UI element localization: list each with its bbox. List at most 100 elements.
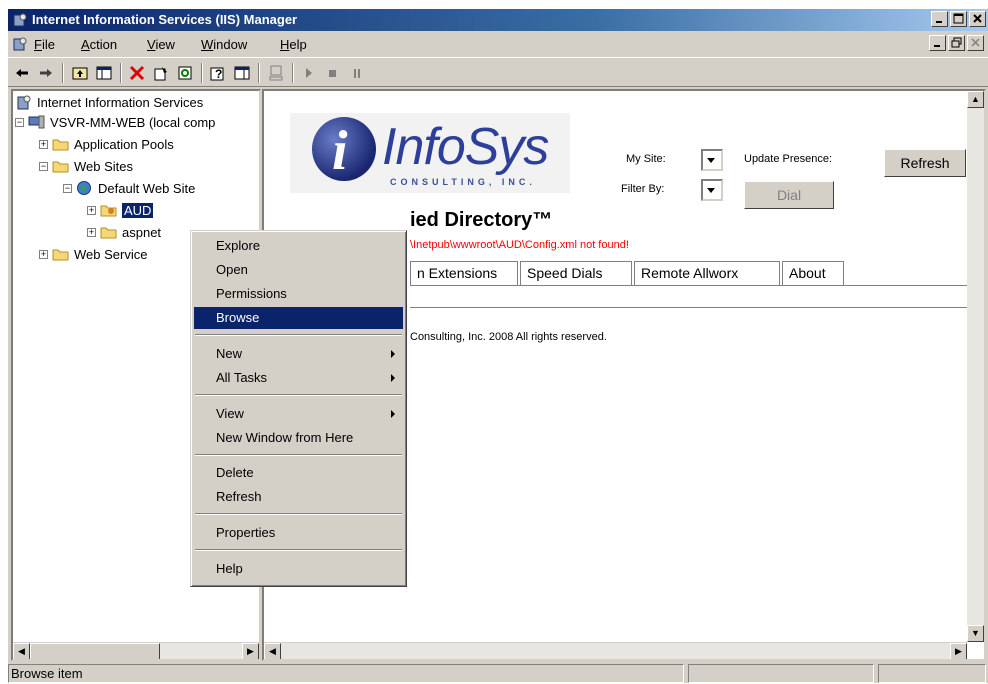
refresh-button[interactable]: Refresh [884, 149, 966, 177]
tree-node-web-service[interactable]: + Web Service [39, 245, 147, 263]
minimize-icon [936, 21, 942, 23]
title-bar[interactable]: Internet Information Services (IIS) Mana… [8, 9, 988, 31]
iis-manager-window: Internet Information Services (IIS) Mana… [7, 8, 988, 683]
ctx-open[interactable]: Open [194, 259, 403, 281]
tab-speed-dials[interactable]: Speed Dials [520, 261, 632, 285]
delete-x-icon [129, 65, 145, 81]
properties-toolbar-button[interactable] [151, 63, 171, 83]
console-tree-icon [96, 66, 112, 80]
collapse-toggle[interactable]: − [15, 117, 24, 127]
tree-label: VSVR-MM-WEB (local comp [50, 114, 216, 130]
tree-label: Application Pools [74, 136, 174, 152]
collapse-toggle[interactable]: − [63, 183, 72, 193]
tree-node-default-web-site[interactable]: − Default Web Site [63, 179, 195, 197]
pause-button[interactable] [347, 63, 367, 83]
start-button[interactable] [299, 63, 319, 83]
ctx-view[interactable]: View [194, 403, 403, 425]
help-toolbar-button[interactable]: ? [208, 63, 228, 83]
tree-node-web-sites[interactable]: − Web Sites [39, 157, 133, 175]
folder-icon [52, 161, 69, 173]
content-vertical-scrollbar[interactable]: ▲ ▼ [967, 91, 984, 642]
maximize-icon [953, 13, 964, 24]
content-horizontal-scrollbar[interactable]: ◀ ▶ [264, 642, 967, 659]
tree-node-app-pools[interactable]: + Application Pools [39, 135, 174, 153]
toolbar-separator [62, 63, 64, 83]
ctx-new[interactable]: New [194, 343, 403, 365]
minimize-button[interactable] [931, 11, 948, 27]
show-hide-console-tree-button[interactable] [94, 63, 114, 83]
minimize-icon [934, 45, 940, 47]
child-close-button[interactable] [967, 35, 984, 51]
ctx-properties[interactable]: Properties [194, 522, 403, 544]
connect-computer-button[interactable] [266, 63, 286, 83]
menu-window[interactable]: Window [201, 37, 247, 52]
dial-button[interactable]: Dial [744, 181, 834, 209]
refresh-icon [178, 66, 192, 80]
ctx-delete[interactable]: Delete [194, 462, 403, 484]
menu-action[interactable]: Action [81, 37, 117, 52]
tree-label: AUD [122, 202, 154, 218]
scroll-down-button[interactable]: ▼ [967, 625, 984, 642]
tab-content-divider [410, 307, 967, 308]
scroll-right-button[interactable]: ▶ [950, 643, 967, 659]
expand-toggle[interactable]: + [87, 205, 96, 215]
play-icon [306, 68, 312, 78]
stop-icon [329, 70, 336, 77]
ctx-new-window[interactable]: New Window from Here [194, 427, 403, 449]
expand-toggle[interactable]: + [87, 227, 96, 237]
status-panel-3 [878, 664, 986, 683]
submenu-arrow-icon [391, 374, 395, 382]
back-button[interactable] [12, 63, 32, 83]
stop-button[interactable] [323, 63, 343, 83]
tab-remote-allworx[interactable]: Remote Allworx [634, 261, 780, 285]
up-one-level-button[interactable] [70, 63, 90, 83]
ctx-all-tasks[interactable]: All Tasks [194, 367, 403, 389]
menu-help[interactable]: Help [280, 37, 307, 52]
scroll-right-button[interactable]: ▶ [242, 643, 259, 659]
menu-separator [195, 334, 402, 336]
menu-view[interactable]: View [147, 37, 175, 52]
tab-extensions[interactable]: n Extensions [410, 261, 518, 285]
expand-toggle[interactable]: + [39, 249, 48, 259]
scroll-left-button[interactable]: ◀ [13, 643, 30, 659]
collapse-toggle[interactable]: − [39, 161, 48, 171]
delete-toolbar-button[interactable] [127, 63, 147, 83]
tree-label: Web Sites [74, 158, 134, 174]
tree-node-aspnet[interactable]: + aspnet [87, 223, 161, 241]
ctx-help[interactable]: Help [194, 558, 403, 580]
maximize-button[interactable] [950, 11, 967, 27]
action-pane-button[interactable] [232, 63, 252, 83]
tab-divider [410, 285, 967, 286]
ctx-permissions[interactable]: Permissions [194, 283, 403, 305]
scroll-left-button[interactable]: ◀ [264, 643, 281, 659]
expand-toggle[interactable]: + [39, 139, 48, 149]
forward-button[interactable] [36, 63, 56, 83]
scroll-thumb[interactable] [30, 643, 160, 659]
close-button[interactable] [969, 11, 986, 27]
child-restore-button[interactable] [948, 35, 965, 51]
tree-horizontal-scrollbar[interactable]: ◀ ▶ [13, 642, 259, 659]
tab-about[interactable]: About [782, 261, 844, 285]
ctx-refresh[interactable]: Refresh [194, 486, 403, 508]
ctx-browse[interactable]: Browse [194, 307, 403, 329]
toolbar-separator [120, 63, 122, 83]
filter-by-label: Filter By: [621, 183, 665, 195]
tree-node-aud[interactable]: + AUD [87, 201, 154, 219]
status-bar: Browse item [8, 661, 988, 684]
iis-app-icon [13, 13, 27, 27]
refresh-toolbar-button[interactable] [175, 63, 195, 83]
window-title: Internet Information Services (IIS) Mana… [32, 12, 298, 27]
ctx-explore[interactable]: Explore [194, 235, 403, 257]
scroll-up-button[interactable]: ▲ [967, 91, 984, 108]
child-minimize-button[interactable] [929, 35, 946, 51]
my-site-label: My Site: [626, 153, 666, 165]
restore-icon [951, 37, 962, 48]
tree-label: aspnet [122, 224, 162, 240]
menu-file[interactable]: File [34, 37, 55, 52]
my-site-select[interactable] [701, 149, 723, 171]
virtual-directory-icon [100, 205, 117, 217]
filter-by-select[interactable] [701, 179, 723, 201]
tree-node-server[interactable]: − VSVR-MM-WEB (local comp [15, 113, 215, 131]
tree-node-iis-root[interactable]: Internet Information Services [15, 93, 203, 111]
mmc-doc-icon[interactable] [12, 36, 28, 52]
